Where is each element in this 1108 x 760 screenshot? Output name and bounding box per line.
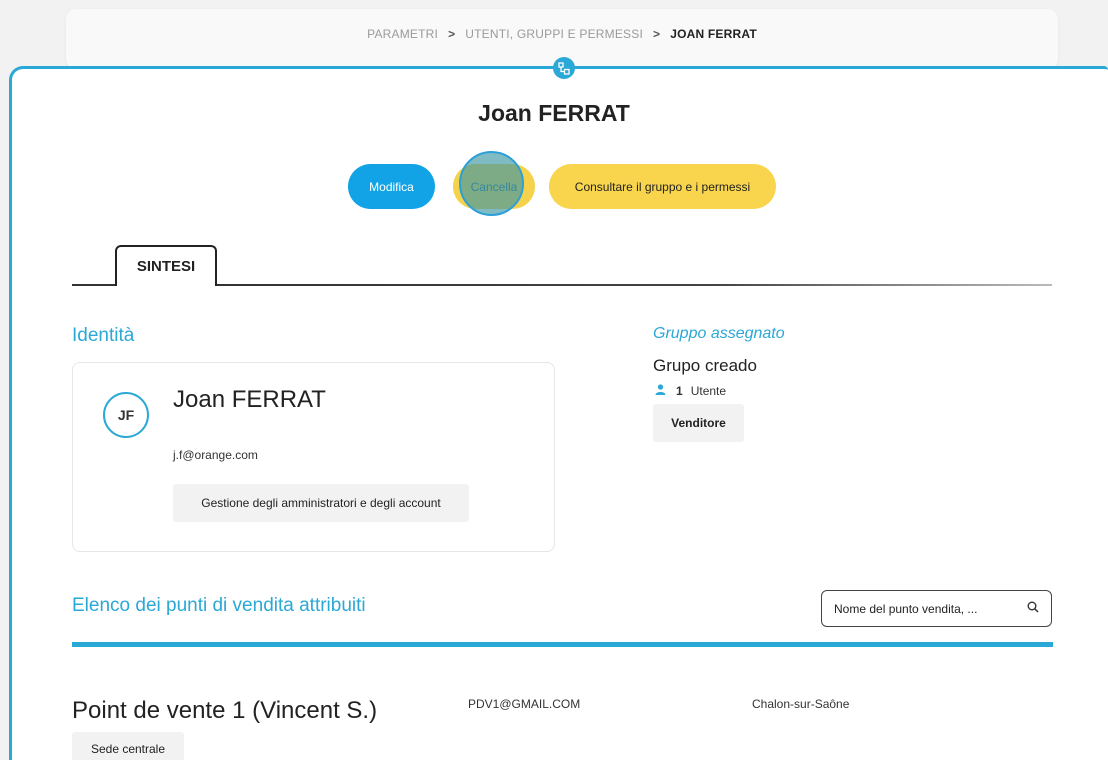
tab-sintesi[interactable]: SINTESI: [115, 245, 217, 286]
point-of-sale-email: PDV1@GMAIL.COM: [468, 697, 581, 711]
user-email: j.f@orange.com: [173, 448, 258, 462]
delete-button[interactable]: Cancella: [453, 164, 535, 209]
search-input[interactable]: [834, 601, 1027, 616]
tab-divider: [72, 284, 117, 286]
group-section-title: Gruppo assegnato: [653, 325, 785, 342]
points-of-sale-title: Elenco dei punti di vendita attribuiti: [72, 595, 366, 616]
breadcrumb-separator: >: [652, 27, 661, 41]
point-of-sale-name[interactable]: Point de vente 1 (Vincent S.): [72, 697, 377, 725]
breadcrumb-current: JOAN FERRAT: [670, 27, 757, 41]
search-icon[interactable]: [1027, 600, 1039, 618]
breadcrumb-separator: >: [448, 27, 456, 41]
user-count: 1: [676, 384, 683, 398]
view-group-permissions-button[interactable]: Consultare il gruppo e i permessi: [549, 164, 776, 209]
user-count-label: Utente: [690, 384, 727, 398]
page-title: Joan FERRAT: [478, 100, 630, 126]
tab-divider: [216, 284, 1052, 286]
point-of-sale-tag: Sede centrale: [72, 732, 184, 760]
group-name: Grupo creado: [653, 356, 757, 375]
avatar: JF: [103, 392, 149, 438]
edit-button[interactable]: Modifica: [348, 164, 435, 209]
role-chip: Gestione degli amministratori e degli ac…: [173, 484, 469, 522]
org-chart-icon: [553, 57, 575, 79]
group-user-count: 1 Utente: [655, 384, 726, 398]
user-name: Joan FERRAT: [173, 386, 326, 413]
user-icon: [655, 384, 666, 398]
breadcrumb-item-parametri[interactable]: PARAMETRI: [367, 27, 438, 41]
breadcrumb-item-utenti[interactable]: UTENTI, GRUPPI E PERMESSI: [465, 27, 643, 41]
identity-section-title: Identità: [72, 325, 135, 346]
section-divider: [72, 642, 1053, 647]
point-of-sale-city: Chalon-sur-Saône: [752, 697, 850, 711]
group-role-chip: Venditore: [653, 404, 744, 442]
search-box[interactable]: [821, 590, 1052, 627]
